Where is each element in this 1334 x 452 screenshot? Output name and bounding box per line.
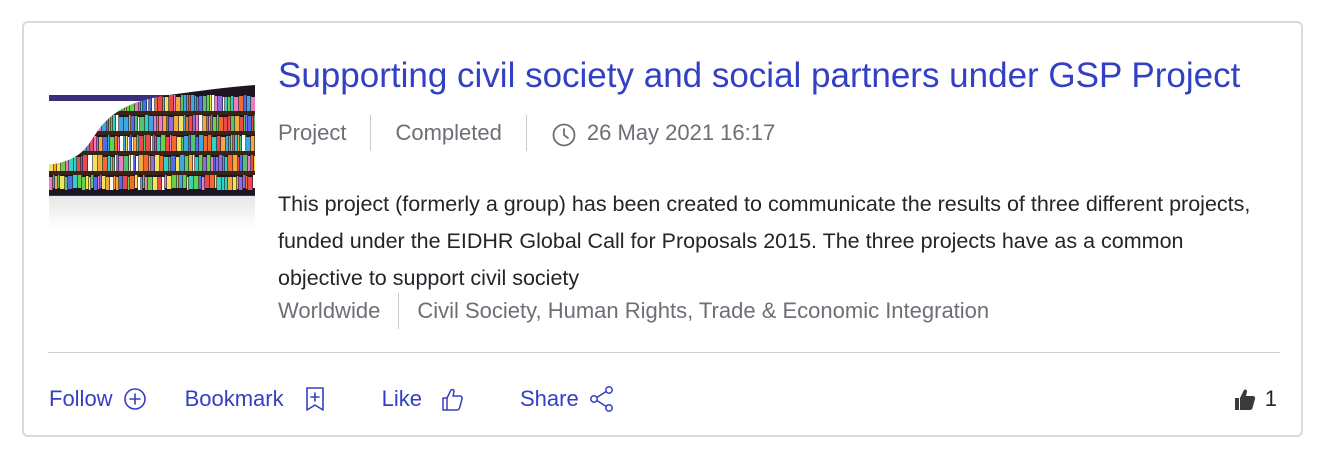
tags-row: Worldwide Civil Society, Human Rights, T… xyxy=(278,293,989,329)
plus-circle-icon xyxy=(123,388,146,410)
like-button[interactable]: Like xyxy=(382,386,464,412)
project-card: Supporting civil society and social part… xyxy=(22,21,1303,437)
project-thumbnail[interactable] xyxy=(49,73,255,228)
like-label: Like xyxy=(381,386,422,411)
meta-row: Project Completed 26 May 2021 16:17 xyxy=(278,115,775,151)
topics-tags[interactable]: Civil Society, Human Rights, Trade & Eco… xyxy=(417,298,989,324)
project-description: This project (formerly a group) has been… xyxy=(278,192,1251,290)
bookmark-label: Bookmark xyxy=(184,386,284,411)
actions-bar: Follow Bookmark Like Share xyxy=(49,379,615,419)
like-count: 1 xyxy=(1233,379,1277,419)
share-label: Share xyxy=(519,386,579,411)
bookshelves-image xyxy=(49,73,255,228)
share-button[interactable]: Share xyxy=(520,385,615,413)
thumbs-up-outline-icon xyxy=(442,388,463,411)
follow-button[interactable]: Follow xyxy=(49,386,147,412)
region-tag[interactable]: Worldwide xyxy=(278,298,380,324)
follow-label: Follow xyxy=(49,386,113,411)
bookmark-plus-icon xyxy=(305,387,324,411)
project-title-link[interactable]: Supporting civil society and social part… xyxy=(278,55,1288,97)
status-label: Completed xyxy=(395,120,502,145)
clock-icon xyxy=(551,122,577,148)
tags-divider xyxy=(398,293,400,329)
like-count-value: 1 xyxy=(1264,386,1277,411)
meta-divider xyxy=(525,115,527,151)
thumbs-up-filled-icon xyxy=(1234,389,1255,410)
bookmark-button[interactable]: Bookmark xyxy=(185,386,326,412)
content-type-label: Project xyxy=(278,120,347,145)
card-divider xyxy=(48,352,1280,353)
share-icon xyxy=(589,386,613,412)
meta-divider xyxy=(370,115,372,151)
date-label: 26 May 2021 16:17 xyxy=(586,120,776,145)
